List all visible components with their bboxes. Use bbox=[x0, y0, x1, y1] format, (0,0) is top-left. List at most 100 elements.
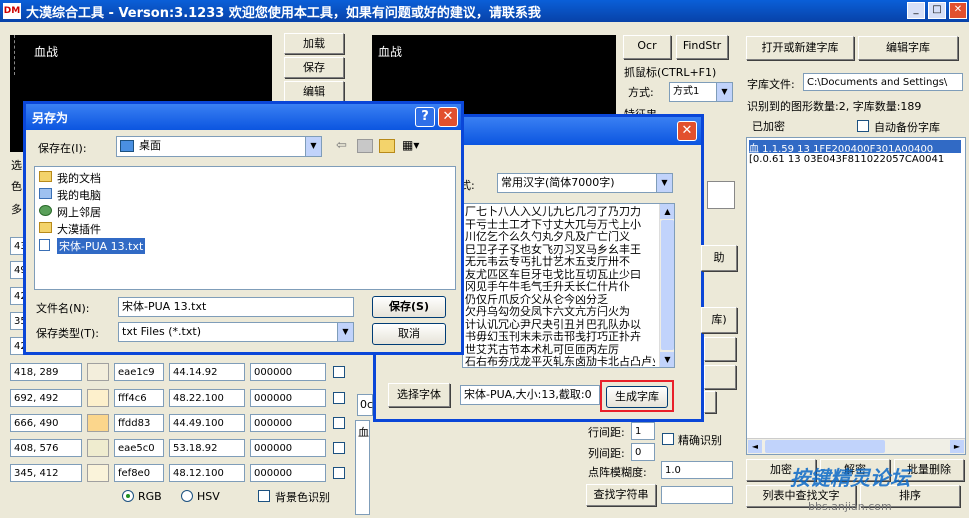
rgb-radio[interactable] bbox=[122, 490, 134, 502]
color-row: 692, 492 fff4c6 48.22.100 000000 bbox=[0, 389, 360, 409]
scroll-thumb[interactable] bbox=[661, 220, 674, 350]
coord-field[interactable]: 418, 289 bbox=[10, 363, 82, 381]
hex-field[interactable]: fef8e0 bbox=[114, 464, 164, 482]
help-button-partial[interactable]: 助 bbox=[701, 245, 737, 271]
save-image-button[interactable]: 保存 bbox=[284, 57, 344, 78]
color-row: 666, 490 ffdd83 44.49.100 000000 bbox=[0, 414, 360, 434]
coord-field[interactable]: 408, 576 bbox=[10, 439, 82, 457]
findstr-button[interactable]: FindStr bbox=[676, 35, 728, 59]
row-checkbox[interactable] bbox=[333, 366, 345, 378]
file-list[interactable]: 我的文档 我的电脑 网上邻居 大漠插件 宋体-PUA 13.txt bbox=[34, 166, 456, 290]
library-file-path[interactable]: C:\Documents and Settings\ bbox=[803, 73, 963, 91]
blur-input[interactable]: 1.0 bbox=[661, 461, 733, 479]
offset-field[interactable]: 000000 bbox=[250, 363, 326, 381]
hex-field[interactable]: eae5c0 bbox=[114, 439, 164, 457]
chars-textarea[interactable]: 厂七卜八人入乂儿九匕几刁了乃刀力 干亏士土工才下寸丈大兀与万弋上小 川亿乞个么久勺丸… bbox=[462, 203, 675, 368]
hsv-field[interactable]: 48.22.100 bbox=[169, 389, 245, 407]
charset-select[interactable]: 常用汉字(简体7000字) ▼ bbox=[497, 173, 673, 193]
filename-input[interactable]: 宋体-PUA 13.txt bbox=[118, 297, 354, 317]
save-in-select[interactable]: 桌面 ▼ bbox=[116, 136, 322, 157]
hex-field[interactable]: eae1c9 bbox=[114, 363, 164, 381]
hsv-field[interactable]: 48.12.100 bbox=[169, 464, 245, 482]
hex-field[interactable]: ffdd83 bbox=[114, 414, 164, 432]
row-checkbox[interactable] bbox=[333, 467, 345, 479]
method-select[interactable]: 方式1 ▼ bbox=[669, 82, 733, 102]
scroll-up-arrow-icon[interactable]: ▲ bbox=[660, 204, 674, 219]
scroll-right-arrow-icon[interactable]: ► bbox=[950, 440, 964, 453]
list-item[interactable]: [0.0.61 13 03E043F811022057CA0041 bbox=[749, 154, 961, 167]
auto-backup-label: 自动备份字库 bbox=[874, 121, 940, 134]
edit-library-button[interactable]: 编辑字库 bbox=[858, 36, 958, 60]
row-checkbox[interactable] bbox=[333, 392, 345, 404]
offset-field[interactable]: 000000 bbox=[250, 439, 326, 457]
scroll-down-arrow-icon[interactable]: ▼ bbox=[660, 352, 674, 367]
method-label: 方式: bbox=[628, 86, 654, 99]
view-menu-icon[interactable]: ▦▾ bbox=[402, 138, 424, 154]
offset-field[interactable]: 000000 bbox=[250, 414, 326, 432]
network-icon bbox=[39, 205, 52, 216]
coord-field[interactable]: 345, 412 bbox=[10, 464, 82, 482]
scroll-thumb[interactable] bbox=[765, 440, 885, 453]
scroll-left-arrow-icon[interactable]: ◄ bbox=[748, 440, 762, 453]
hsv-field[interactable]: 44.14.92 bbox=[169, 363, 245, 381]
right-partial-button[interactable] bbox=[704, 365, 736, 389]
result-area[interactable]: 血 bbox=[355, 420, 370, 515]
right-partial-button[interactable] bbox=[704, 337, 736, 361]
close-button[interactable]: ✕ bbox=[949, 2, 967, 19]
library-button-partial[interactable]: 库) bbox=[701, 307, 737, 333]
right-partial-button[interactable] bbox=[704, 391, 716, 413]
new-folder-icon[interactable] bbox=[379, 139, 395, 153]
coord-field[interactable]: 692, 492 bbox=[10, 389, 82, 407]
back-arrow-icon[interactable]: ⇦ bbox=[336, 138, 347, 153]
edit-image-button[interactable]: 编辑 bbox=[284, 81, 344, 102]
col-spacing-label: 列间距: bbox=[588, 447, 625, 460]
cancel-button[interactable]: 取消 bbox=[372, 323, 446, 345]
font-info-field: 宋体-PUA,大小:13,截取:0 bbox=[460, 385, 600, 405]
font-dialog-close-icon[interactable]: ✕ bbox=[677, 121, 697, 141]
partial-dropdown[interactable]: 0c bbox=[357, 394, 373, 416]
generate-library-button[interactable]: 生成字库 bbox=[606, 386, 668, 408]
save-dialog-title: 另存为 bbox=[32, 111, 69, 125]
hex-field[interactable]: fff4c6 bbox=[114, 389, 164, 407]
up-folder-icon[interactable] bbox=[357, 139, 373, 153]
col-spacing-input[interactable]: 0 bbox=[631, 443, 655, 461]
precise-checkbox[interactable] bbox=[662, 433, 674, 445]
crosshair-icon[interactable] bbox=[707, 181, 735, 209]
bg-recognize-checkbox[interactable] bbox=[258, 490, 270, 502]
save-button[interactable]: 保存(S) bbox=[372, 296, 446, 318]
coord-field[interactable]: 666, 490 bbox=[10, 414, 82, 432]
blur-label: 点阵模糊度: bbox=[588, 466, 647, 479]
load-button[interactable]: 加载 bbox=[284, 33, 344, 54]
side-label-select: 选 bbox=[11, 159, 22, 172]
open-or-new-library-button[interactable]: 打开或新建字库 bbox=[746, 36, 854, 60]
ocr-button[interactable]: Ocr bbox=[623, 35, 671, 59]
side-label-multi: 多 bbox=[11, 203, 22, 216]
find-string-input[interactable] bbox=[661, 486, 733, 504]
offset-field[interactable]: 000000 bbox=[250, 389, 326, 407]
row-spacing-input[interactable]: 1 bbox=[631, 422, 655, 440]
chevron-down-icon: ▼ bbox=[305, 137, 321, 156]
filetype-select[interactable]: txt Files (*.txt) ▼ bbox=[118, 322, 354, 342]
save-dialog-title-bar: 另存为 ? ✕ bbox=[26, 104, 461, 130]
row-checkbox[interactable] bbox=[333, 442, 345, 454]
save-dialog-close-icon[interactable]: ✕ bbox=[438, 107, 458, 127]
chars-scrollbar[interactable]: ▲ ▼ bbox=[659, 204, 674, 367]
list-horizontal-scrollbar[interactable]: ◄ ► bbox=[747, 438, 965, 454]
hsv-radio[interactable] bbox=[181, 490, 193, 502]
select-font-button[interactable]: 选择字体 bbox=[388, 383, 450, 407]
char-line: 冈见手午牛毛气壬升夭长仁什片仆 bbox=[465, 280, 630, 293]
library-list[interactable]: 血 1.1.59 13 1FE200400F301A00400 [0.0.61 … bbox=[746, 137, 966, 455]
help-icon[interactable]: ? bbox=[415, 107, 435, 127]
list-item[interactable]: 血 1.1.59 13 1FE200400F301A00400 bbox=[749, 140, 961, 153]
chevron-down-icon: ▼ bbox=[337, 323, 353, 341]
find-string-button[interactable]: 查找字符串 bbox=[586, 484, 656, 506]
hsv-field[interactable]: 44.49.100 bbox=[169, 414, 245, 432]
minimize-button[interactable]: _ bbox=[907, 2, 925, 19]
row-checkbox[interactable] bbox=[333, 417, 345, 429]
offset-field[interactable]: 000000 bbox=[250, 464, 326, 482]
auto-backup-checkbox[interactable] bbox=[857, 120, 869, 132]
color-swatch bbox=[87, 389, 109, 407]
hsv-field[interactable]: 53.18.92 bbox=[169, 439, 245, 457]
maximize-button[interactable]: □ bbox=[928, 2, 946, 19]
app-logo: DM bbox=[3, 3, 21, 19]
